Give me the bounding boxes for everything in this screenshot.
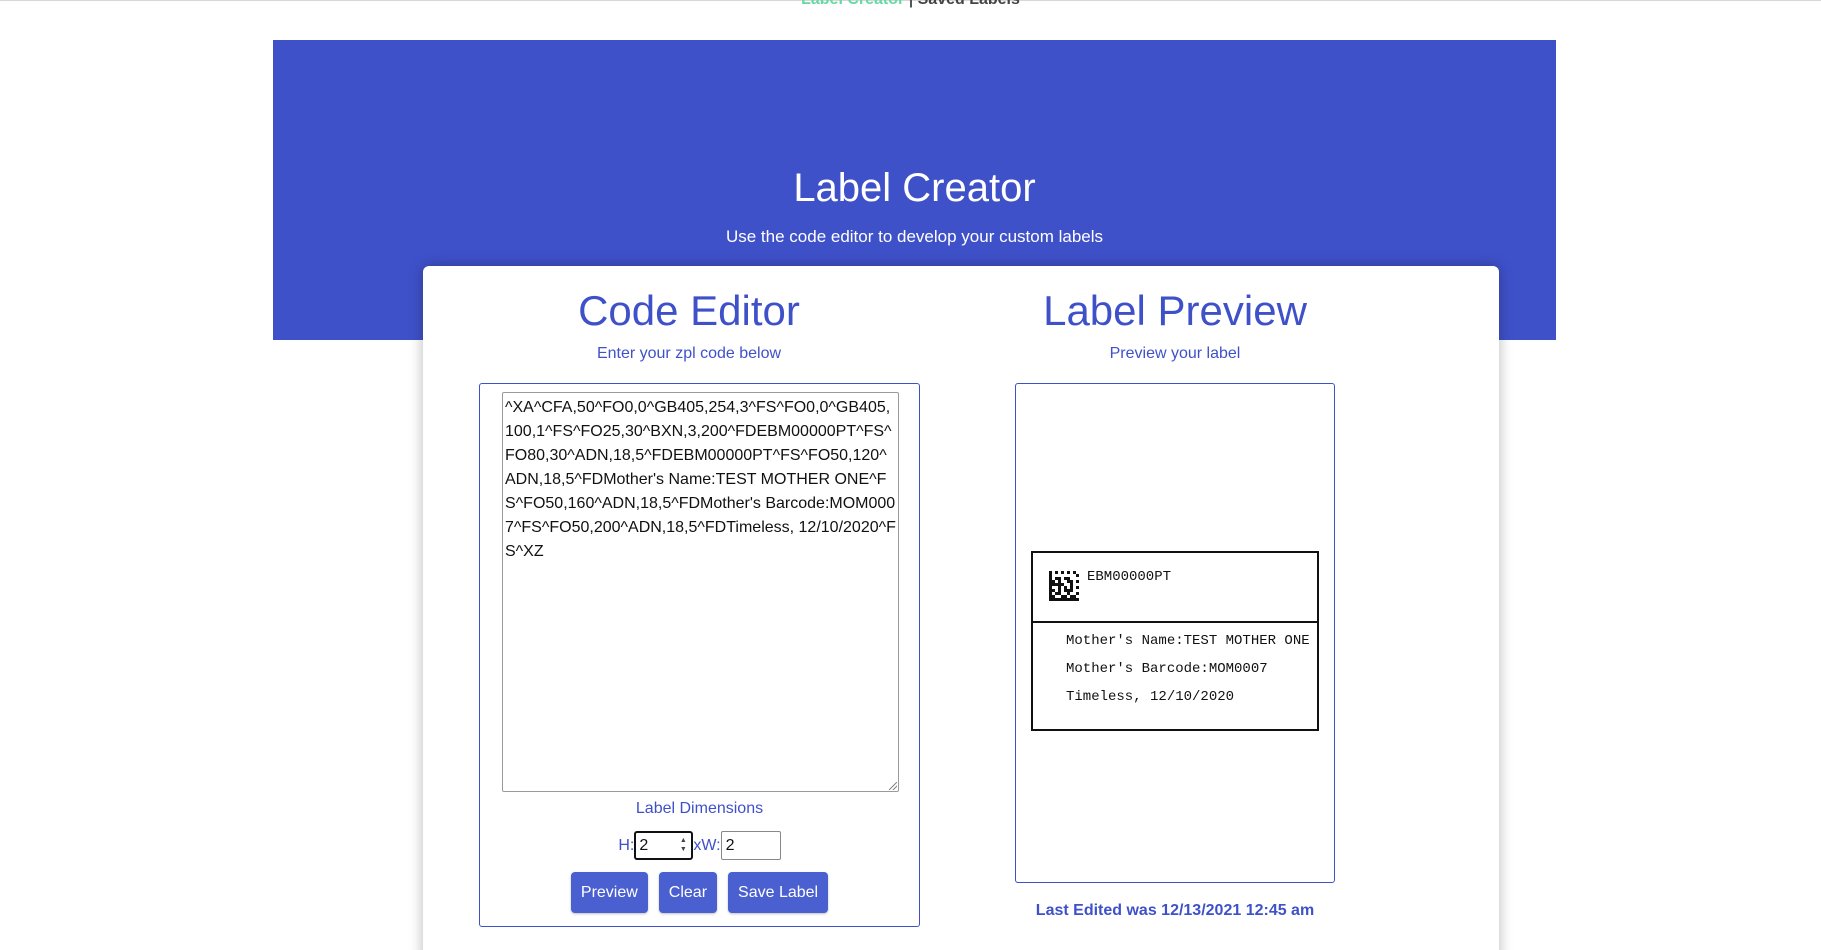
page-title: Label Creator bbox=[793, 166, 1036, 210]
resize-grip-icon[interactable] bbox=[889, 782, 897, 790]
preview-button[interactable]: Preview bbox=[570, 872, 648, 913]
label-preview-title: Label Preview bbox=[1043, 287, 1307, 334]
height-input[interactable]: 2 ▲ ▼ bbox=[634, 831, 694, 860]
width-input[interactable]: 2 bbox=[720, 831, 781, 860]
width-value: 2 bbox=[725, 837, 735, 854]
label-dimensions-row: H: 2 ▲ ▼ xW: 2 bbox=[480, 831, 919, 860]
label-divider bbox=[1033, 621, 1317, 623]
zpl-code-textarea[interactable]: ^XA^CFA,50^FO0,0^GB405,254,3^FS^FO0,0^GB… bbox=[502, 392, 899, 792]
last-edited-text: Last Edited was 12/13/2021 12:45 am bbox=[1035, 902, 1315, 919]
height-value: 2 bbox=[639, 837, 649, 854]
label-dimensions-heading: Label Dimensions bbox=[635, 800, 764, 817]
editor-button-row: Preview Clear Save Label bbox=[480, 872, 919, 913]
label-line-mother-name: Mother's Name:TEST MOTHER ONE bbox=[1066, 633, 1310, 649]
label-line-timeless: Timeless, 12/10/2020 bbox=[1066, 689, 1235, 705]
nav-separator: | bbox=[909, 0, 913, 8]
height-label: H: bbox=[618, 836, 635, 854]
code-editor-title: Code Editor bbox=[578, 287, 800, 334]
top-nav: Label Creator | Saved Labels bbox=[0, 0, 1821, 9]
datamatrix-icon bbox=[1049, 571, 1079, 601]
label-code-text: EBM00000PT bbox=[1087, 569, 1172, 585]
label-preview-subtitle: Preview your label bbox=[1109, 345, 1241, 362]
width-label: xW: bbox=[693, 836, 721, 854]
spinner-icon[interactable]: ▲ ▼ bbox=[679, 836, 687, 854]
page: Label Creator | Saved Labels Label Creat… bbox=[0, 0, 1821, 950]
code-editor-panel: ^XA^CFA,50^FO0,0^GB405,254,3^FS^FO0,0^GB… bbox=[479, 383, 920, 927]
nav-link-label-creator[interactable]: Label Creator bbox=[801, 0, 904, 8]
code-editor-subtitle: Enter your zpl code below bbox=[596, 345, 782, 362]
label-line-mother-barcode: Mother's Barcode:MOM0007 bbox=[1066, 661, 1268, 677]
rendered-label: EBM00000PT Mother's Name:TEST MOTHER ONE… bbox=[1031, 551, 1319, 731]
page-subtitle: Use the code editor to develop your cust… bbox=[725, 227, 1104, 246]
main-card: Code Editor Enter your zpl code below ^X… bbox=[423, 266, 1499, 950]
clear-button[interactable]: Clear bbox=[658, 872, 718, 913]
nav-link-saved-labels[interactable]: Saved Labels bbox=[918, 0, 1020, 8]
save-label-button[interactable]: Save Label bbox=[728, 872, 829, 913]
label-preview-panel: EBM00000PT Mother's Name:TEST MOTHER ONE… bbox=[1015, 383, 1335, 883]
